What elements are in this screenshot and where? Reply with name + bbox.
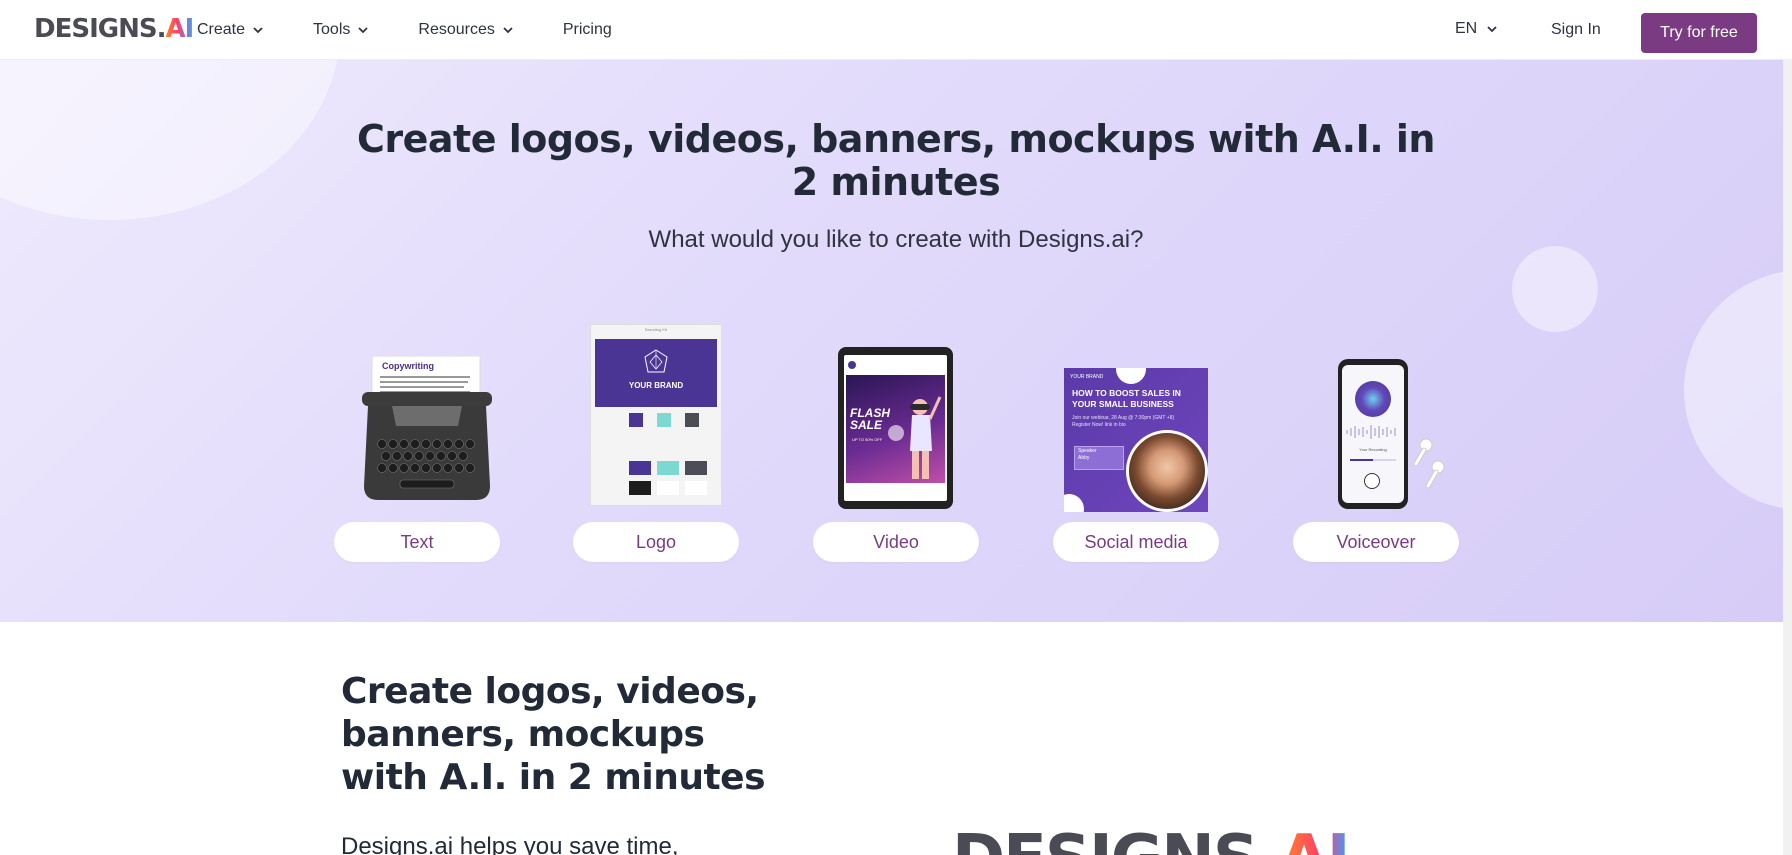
large-logo-ai-text: AI xyxy=(1279,822,1350,855)
play-icon xyxy=(888,425,904,441)
mic-icon xyxy=(1355,381,1391,417)
earbuds-icon xyxy=(1413,438,1445,489)
page-scrollbar[interactable] xyxy=(1783,0,1792,855)
hero-subtitle: What would you like to create with Desig… xyxy=(648,226,1144,253)
language-selector[interactable]: EN xyxy=(1455,20,1497,38)
video-thumbnail: FLASH SALE UP TO 50% OFF xyxy=(846,375,945,483)
recording-progress xyxy=(1350,459,1396,461)
post-brand-tag: YOUR BRAND xyxy=(1070,374,1104,380)
hero-title: Create logos, videos, banners, mockups w… xyxy=(357,117,1435,204)
geometric-logo-icon xyxy=(644,349,668,373)
menu-create-label: Create xyxy=(197,21,246,38)
menu-resources[interactable]: Resources xyxy=(418,21,513,39)
site-logo[interactable]: DESIGNS. AI xyxy=(34,14,194,44)
section-title: Create logos, videos, banners, mockups w… xyxy=(341,671,766,798)
tablet-video-image[interactable]: FLASH SALE UP TO 50% OFF xyxy=(838,347,953,509)
option-logo-button[interactable]: Logo xyxy=(573,522,739,562)
speaker-photo xyxy=(1126,430,1208,512)
phone-voiceover-image[interactable]: Your Recording xyxy=(1338,359,1408,509)
menu-pricing[interactable]: Pricing xyxy=(563,21,612,39)
menu-resources-label: Resources xyxy=(418,21,495,38)
social-post-image[interactable]: YOUR BRAND HOW TO BOOST SALES IN YOUR SM… xyxy=(1064,368,1208,512)
decorative-circle xyxy=(1512,246,1598,332)
option-video-button[interactable]: Video xyxy=(813,522,979,562)
speaker-label: Speaker xyxy=(1078,448,1097,454)
large-brand-logo: DESIGNS.AI xyxy=(952,822,1351,855)
brand-banner: YOUR BRAND xyxy=(595,339,717,407)
brand-banner-text: YOUR BRAND xyxy=(628,381,684,390)
option-voiceover-button[interactable]: Voiceover xyxy=(1293,522,1459,562)
language-label: EN xyxy=(1455,20,1478,37)
large-logo-text: DESIGNS. xyxy=(952,822,1281,855)
menu-pricing-label: Pricing xyxy=(562,21,612,38)
main-menu: Create Tools Resources Pricing xyxy=(197,0,662,60)
brand-guide-header: Branding Kit xyxy=(645,327,667,332)
section-text: Designs.ai helps you save time, xyxy=(341,833,679,855)
menu-create[interactable]: Create xyxy=(197,21,263,39)
person-vr-illustration xyxy=(910,396,942,479)
post-headline: HOW TO BOOST SALES IN YOUR SMALL BUSINES… xyxy=(1072,388,1181,409)
sign-in-link[interactable]: Sign In xyxy=(1551,21,1601,39)
color-swatches xyxy=(591,413,721,503)
typewriter-image[interactable]: Copywriting xyxy=(362,355,492,506)
chevron-down-icon xyxy=(358,27,369,34)
flash-sale-subtext: UP TO 50% OFF xyxy=(852,437,883,442)
typewriter-paper-title: Copywriting xyxy=(382,361,434,371)
option-social-media-button[interactable]: Social media xyxy=(1053,522,1219,562)
brand-guide-image[interactable]: Branding Kit YOUR BRAND xyxy=(590,324,722,506)
chevron-down-icon xyxy=(503,27,513,34)
decorative-blob xyxy=(0,60,340,220)
try-for-free-button[interactable]: Try for free xyxy=(1641,13,1757,53)
speaker-box: Speaker Abby xyxy=(1074,446,1124,470)
hero-section: Create logos, videos, banners, mockups w… xyxy=(0,60,1792,622)
menu-tools[interactable]: Tools xyxy=(313,21,369,39)
logo-ai-text: AI xyxy=(165,14,194,44)
post-subtext: Join our webinar, 28 Aug @ 7:30pm (GMT +… xyxy=(1072,415,1175,428)
option-text-button[interactable]: Text xyxy=(334,522,500,562)
recording-label: Your Recording xyxy=(1359,447,1387,452)
chevron-down-icon xyxy=(253,27,263,34)
logo-text: DESIGNS. xyxy=(34,14,166,44)
decorative-circle xyxy=(1684,270,1792,510)
top-navbar: DESIGNS. AI Create Tools Resources Pricin… xyxy=(0,0,1792,60)
waveform-icon xyxy=(1346,425,1396,439)
chevron-down-icon xyxy=(1487,26,1497,33)
speaker-name: Abby xyxy=(1078,455,1090,461)
play-icon xyxy=(1364,473,1380,489)
menu-tools-label: Tools xyxy=(313,21,351,38)
